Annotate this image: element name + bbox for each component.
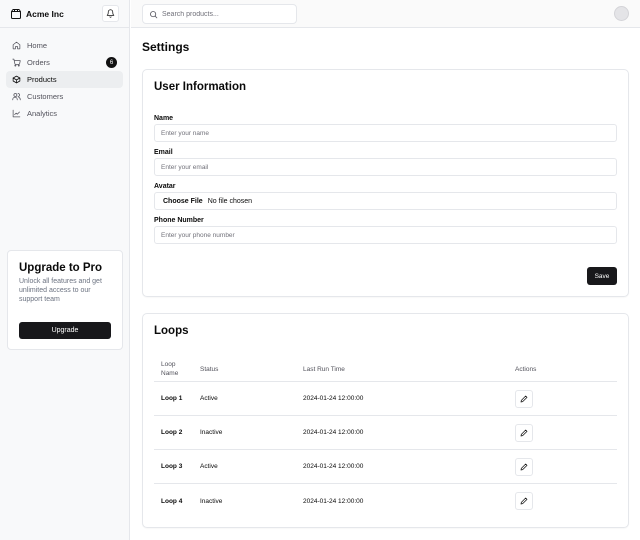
loop-actions-cell [515, 457, 617, 476]
loop-last-run-cell: 2024-01-24 12:00:00 [303, 429, 364, 436]
table-row: Loop 3 Active 2024-01-24 12:00:00 [154, 450, 617, 484]
line-chart-icon [12, 109, 21, 118]
loop-actions-cell [515, 423, 617, 442]
table-row: Loop 4 Inactive 2024-01-24 12:00:00 [154, 484, 617, 518]
pencil-icon [520, 497, 528, 505]
loops-table: Loop Name Status Last Run Time Actions L… [154, 357, 617, 518]
loop-actions-cell [515, 389, 617, 408]
package-icon [10, 8, 22, 20]
phone-label: Phone Number [154, 217, 204, 224]
search-icon [149, 10, 158, 19]
phone-field[interactable] [154, 226, 617, 244]
user-avatar[interactable] [614, 6, 629, 21]
column-header-actions: Actions [515, 365, 537, 373]
name-label: Name [154, 115, 174, 122]
user-information-card: User Information Name Email Avatar Choos… [142, 69, 629, 297]
email-field[interactable] [154, 158, 617, 176]
edit-loop-button[interactable] [515, 492, 533, 510]
pencil-icon [520, 395, 528, 403]
loop-name-cell: Loop 1 [161, 395, 183, 402]
notifications-button[interactable] [102, 5, 119, 22]
choose-file-button[interactable]: Choose File [163, 198, 203, 205]
loop-name-cell: Loop 4 [161, 497, 183, 505]
save-button[interactable]: Save [587, 267, 617, 285]
upgrade-description: Unlock all features and get unlimited ac… [19, 278, 102, 303]
column-header-last-run: Last Run Time [303, 365, 345, 373]
sidebar: Acme Inc Home Orders 6 Products Customer… [0, 0, 130, 540]
top-bar [131, 0, 640, 28]
sidebar-item-customers[interactable]: Customers [6, 88, 123, 105]
cart-icon [12, 58, 21, 67]
sidebar-item-home[interactable]: Home [6, 37, 123, 54]
search-input[interactable] [162, 10, 292, 18]
bell-icon [106, 9, 115, 18]
loops-card: Loops Loop Name Status Last Run Time Act… [142, 313, 629, 528]
avatar-file-input[interactable]: Choose File No file chosen [154, 192, 617, 210]
main-content: Settings User Information Name Email Ava… [131, 28, 640, 540]
page-title: Settings [142, 40, 190, 54]
pencil-icon [520, 463, 528, 471]
loop-status-cell: Active [200, 463, 218, 470]
sidebar-item-label: Home [27, 41, 48, 50]
loop-name-cell: Loop 3 [161, 463, 183, 470]
loop-status-cell: Inactive [200, 497, 223, 505]
loop-last-run-cell: 2024-01-24 12:00:00 [303, 463, 364, 470]
loop-last-run-cell: 2024-01-24 12:00:00 [303, 497, 364, 505]
column-header-status: Status [200, 365, 219, 373]
edit-loop-button[interactable] [515, 423, 533, 442]
sidebar-item-label: Customers [27, 92, 64, 101]
sidebar-item-orders[interactable]: Orders 6 [6, 54, 123, 71]
edit-loop-button[interactable] [515, 457, 533, 476]
upgrade-button[interactable]: Upgrade [19, 322, 111, 339]
sidebar-nav: Home Orders 6 Products Customers Analyti… [0, 28, 129, 122]
table-row: Loop 1 Active 2024-01-24 12:00:00 [154, 382, 617, 416]
table-row: Loop 2 Inactive 2024-01-24 12:00:00 [154, 416, 617, 450]
upgrade-title: Upgrade to Pro [19, 262, 103, 274]
loop-status-cell: Inactive [200, 429, 223, 436]
pencil-icon [520, 429, 528, 437]
column-header-loop-name-line2: Name [161, 370, 179, 377]
table-header-row: Loop Name Status Last Run Time Actions [154, 357, 617, 382]
sidebar-item-label: Analytics [27, 109, 58, 118]
brand-name[interactable]: Acme Inc [26, 9, 64, 19]
orders-count-badge: 6 [106, 57, 117, 68]
name-field[interactable] [154, 124, 617, 142]
search-box[interactable] [142, 4, 297, 24]
sidebar-item-analytics[interactable]: Analytics [6, 105, 123, 122]
sidebar-item-label: Products [27, 75, 57, 84]
column-header-loop-name-line1: Loop [161, 361, 176, 368]
upgrade-card: Upgrade to Pro Unlock all features and g… [7, 250, 123, 350]
user-information-title: User Information [154, 81, 247, 93]
loops-title: Loops [154, 325, 189, 337]
avatar-label: Avatar [154, 183, 176, 190]
loop-last-run-cell: 2024-01-24 12:00:00 [303, 395, 364, 402]
brand-bar: Acme Inc [0, 0, 129, 28]
loop-name-cell: Loop 2 [161, 429, 183, 436]
box-icon [12, 75, 21, 84]
email-label: Email [154, 149, 173, 156]
column-header-loop-name: Loop Name [154, 360, 200, 378]
edit-loop-button[interactable] [515, 389, 533, 408]
file-status: No file chosen [207, 197, 253, 205]
loop-status-cell: Active [200, 395, 218, 402]
loop-actions-cell [515, 492, 617, 510]
sidebar-item-label: Orders [27, 58, 50, 67]
users-icon [12, 92, 21, 101]
sidebar-item-products[interactable]: Products [6, 71, 123, 88]
home-icon [12, 41, 21, 50]
